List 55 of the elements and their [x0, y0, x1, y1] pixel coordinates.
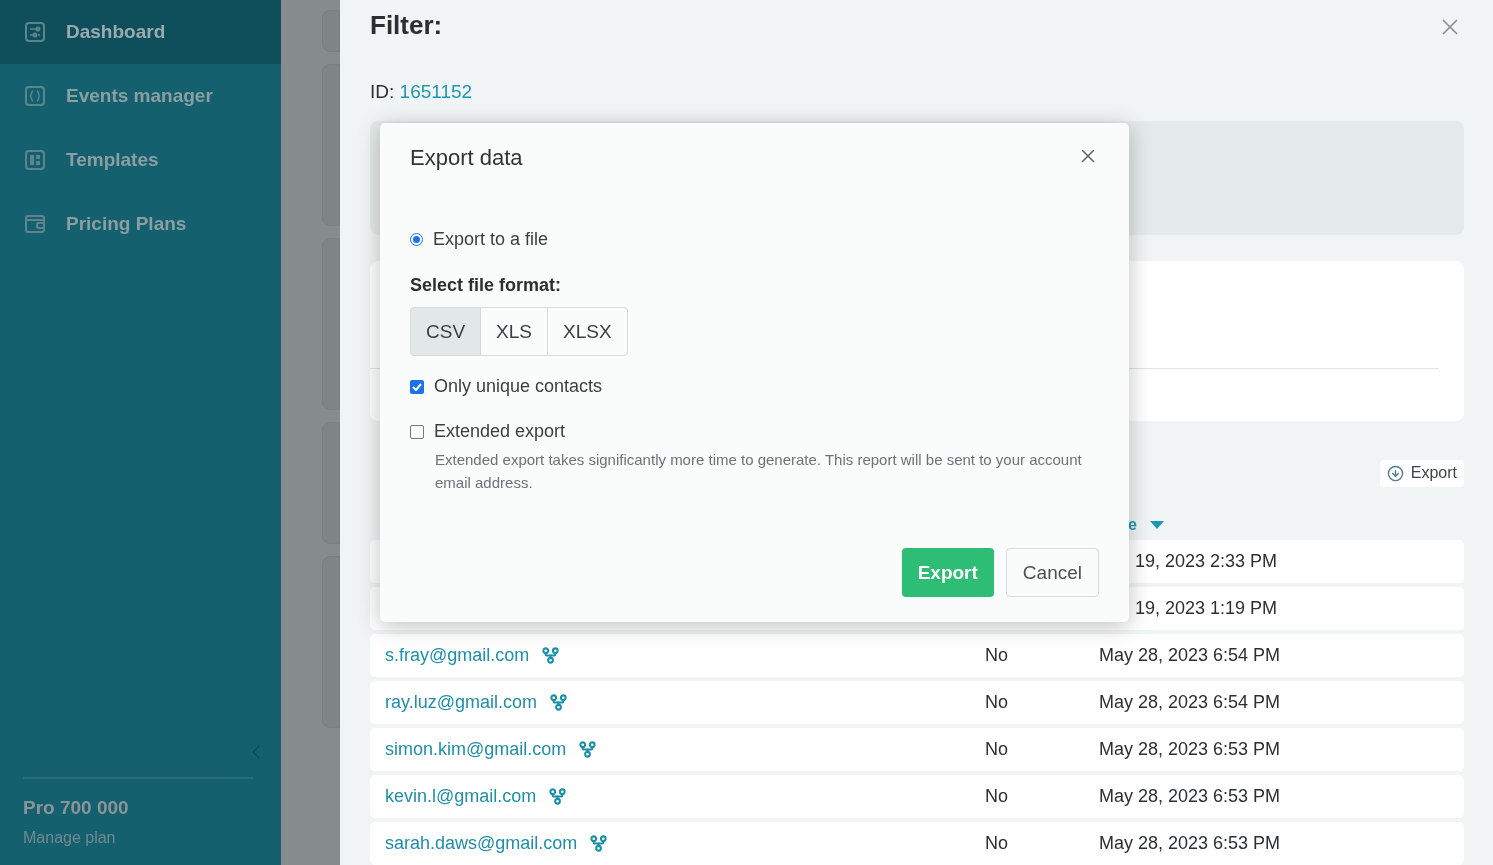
branch-icon[interactable] — [549, 693, 568, 712]
plan-name: Pro 700 000 — [23, 797, 130, 819]
layout-icon — [24, 149, 46, 171]
id-line: ID: 1651152 — [370, 81, 474, 103]
dashboard-icon — [24, 21, 46, 43]
branch-icon[interactable] — [541, 646, 561, 665]
email-link[interactable]: kevin.l@gmail.com — [385, 786, 537, 807]
format-label: Select file format: — [410, 275, 563, 296]
email-link[interactable]: ray.luz@gmail.com — [385, 692, 537, 713]
table-cell-text: 19, 2023 1:19 PM — [1134, 598, 1278, 619]
table-cell-text: No — [985, 645, 1009, 666]
export-button[interactable]: Export — [901, 548, 994, 597]
braces-icon — [24, 85, 46, 107]
checkbox-label: Only unique contacts — [434, 376, 603, 397]
nav-label: Events manager — [66, 85, 213, 107]
nav-item[interactable]: Templates — [0, 128, 281, 192]
checkbox[interactable] — [410, 424, 424, 439]
nav-label: Templates — [66, 149, 159, 171]
email-link[interactable]: s.fray@gmail.com — [385, 645, 530, 666]
nav-label: Pricing Plans — [66, 213, 187, 235]
help-text: Extended export takes significantly more time to generate. This report will be sent to your account email address. — [435, 450, 1083, 493]
nav-item[interactable]: Events manager — [0, 64, 281, 128]
branch-icon[interactable] — [548, 787, 568, 806]
table-cell-text: No — [985, 739, 1009, 760]
format-button[interactable]: XLS — [480, 307, 548, 356]
manage-plan-link[interactable]: Manage plan — [23, 829, 253, 847]
table-cell: May 28, 2023 6:53 PM — [1099, 739, 1281, 760]
nav-item[interactable]: Dashboard — [0, 0, 281, 64]
checkbox-label: Extended export — [434, 421, 566, 442]
table-cell: May 28, 2023 6:54 PM — [1099, 645, 1281, 666]
sort-caret-icon[interactable] — [1149, 520, 1164, 529]
table-cell: May 28, 2023 6:54 PM — [1099, 692, 1281, 713]
branch-icon[interactable] — [589, 834, 609, 853]
nav-label: Dashboard — [66, 21, 166, 43]
branch-icon[interactable] — [578, 740, 598, 759]
wallet-icon — [24, 213, 46, 235]
table-cell: May 28, 2023 6:53 PM — [1099, 833, 1281, 854]
table-cell-text: No — [985, 833, 1009, 854]
cancel-button[interactable]: Cancel — [1005, 548, 1099, 597]
email-link[interactable]: simon.kim@gmail.com — [385, 739, 567, 760]
format-button[interactable]: CSV — [410, 307, 482, 356]
column-header[interactable]: e — [1128, 515, 1137, 534]
export-button[interactable]: Export — [1379, 459, 1464, 487]
nav-item[interactable]: Pricing Plans — [0, 192, 281, 256]
table-cell: May 28, 2023 6:53 PM — [1099, 786, 1281, 807]
table-cell-text: No — [985, 692, 1009, 713]
checkbox[interactable] — [410, 379, 424, 394]
table-cell-text: 19, 2023 2:33 PM — [1134, 551, 1278, 572]
dialog-title: Export data — [410, 145, 523, 171]
download-icon — [1386, 464, 1404, 482]
format-button[interactable]: XLSX — [547, 307, 628, 356]
table-cell-text: No — [985, 786, 1009, 807]
option-label: Export to a file — [433, 229, 549, 250]
email-link[interactable]: sarah.daws@gmail.com — [385, 833, 578, 854]
drawer-title: Filter: — [370, 10, 443, 41]
